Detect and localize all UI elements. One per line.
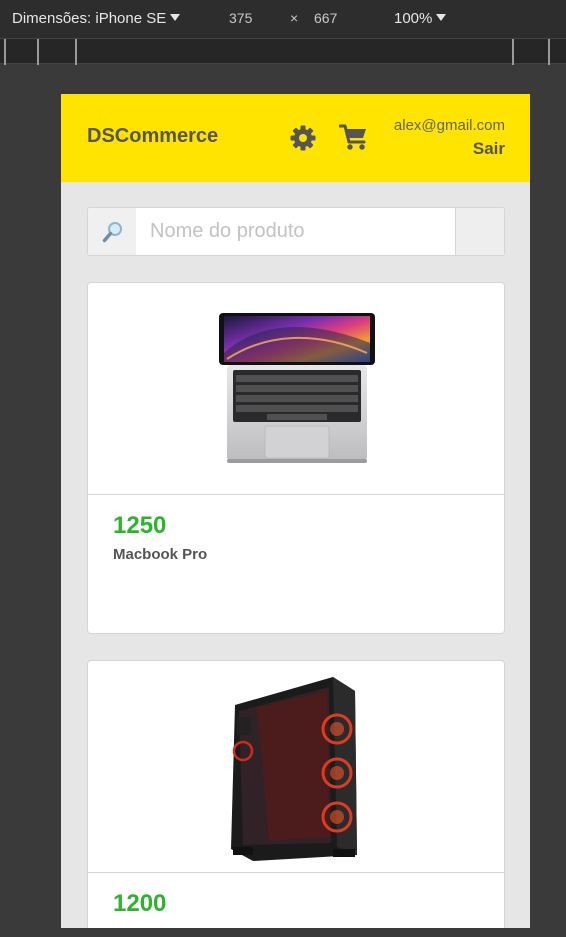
zoom-select[interactable]: 100% — [394, 10, 447, 27]
width-field[interactable]: 375 — [229, 10, 252, 26]
product-card[interactable]: 1200 — [87, 660, 505, 928]
device-viewport: DSCommerce alex@gmail.com Sair Nome do p… — [61, 94, 530, 928]
search-icon-box — [88, 208, 136, 255]
product-price: 1250 — [113, 512, 167, 539]
brand-logo[interactable]: DSCommerce — [87, 125, 218, 148]
logout-link[interactable]: Sair — [473, 139, 505, 159]
product-price: 1200 — [113, 890, 167, 917]
user-email: alex@gmail.com — [393, 117, 505, 134]
gear-icon[interactable] — [289, 124, 317, 152]
chevron-down-icon — [436, 14, 447, 21]
media-query-ruler — [0, 38, 566, 65]
zoom-label: 100% — [394, 10, 433, 27]
pc-case-image — [231, 677, 357, 861]
search-input[interactable] — [136, 208, 456, 255]
product-card[interactable]: 1250 Macbook Pro — [87, 282, 505, 634]
device-label: Dimensões: iPhone SE — [12, 10, 167, 27]
app-header: DSCommerce alex@gmail.com Sair — [61, 94, 530, 182]
product-image — [88, 283, 504, 495]
laptop-image — [219, 313, 375, 463]
height-field[interactable]: 667 — [314, 10, 337, 26]
search-bar — [87, 207, 505, 256]
devtools-toolbar: Dimensões: iPhone SE 375 × 667 100% — [0, 0, 566, 38]
device-select[interactable]: Dimensões: iPhone SE — [12, 10, 181, 27]
times-sign: × — [290, 10, 299, 26]
cart-icon[interactable] — [339, 123, 369, 151]
search-submit-button[interactable] — [455, 208, 504, 255]
search-icon — [102, 222, 122, 243]
product-name: Macbook Pro — [113, 546, 208, 563]
product-image — [88, 661, 504, 873]
chevron-down-icon — [170, 14, 181, 21]
